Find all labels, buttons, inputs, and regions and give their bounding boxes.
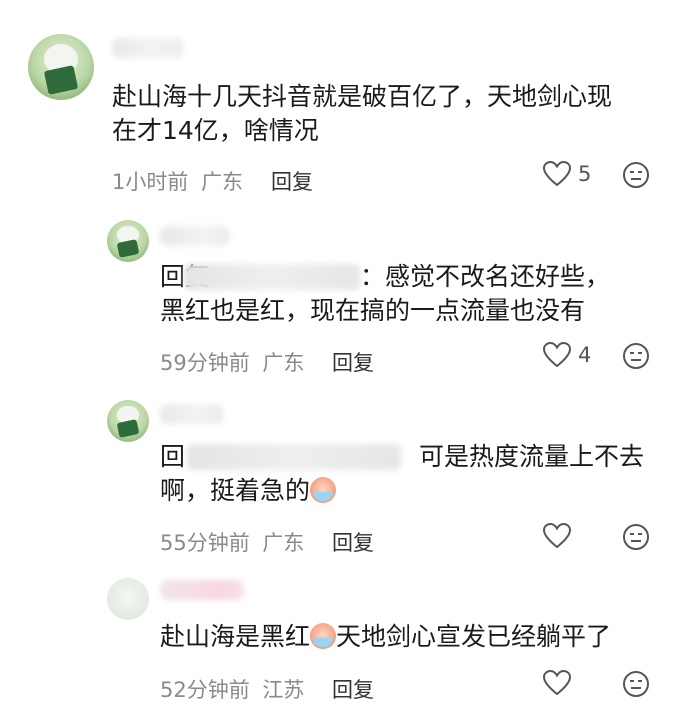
avatar[interactable] — [28, 34, 94, 100]
reply-button[interactable]: 回复 — [332, 674, 374, 704]
like-button[interactable] — [542, 522, 572, 550]
heart-outline-icon — [542, 522, 572, 549]
avatar[interactable] — [107, 220, 149, 262]
reply-text: 赴山海是黑红 天地剑心宣发已经躺平了 — [160, 622, 612, 651]
username-blurred[interactable] — [160, 580, 244, 600]
reply-button[interactable]: 回复 — [332, 527, 374, 557]
timestamp: 1小时前 — [112, 170, 189, 194]
username-blurred[interactable] — [160, 404, 224, 424]
avatar[interactable] — [107, 578, 149, 620]
comment-meta: 59分钟前 广东 — [160, 347, 304, 377]
timestamp: 55分钟前 — [160, 531, 250, 555]
timestamp: 59分钟前 — [160, 351, 250, 375]
heart-outline-icon — [542, 160, 572, 187]
comment-text: 赴山海十几天抖音就是破百亿了，天地剑心现 在才14亿，啥情况 — [112, 82, 613, 145]
comment-meta: 1小时前 广东 — [112, 166, 243, 196]
timestamp: 52分钟前 — [160, 678, 250, 702]
like-count: 4 — [578, 343, 592, 367]
crying-emoji-icon — [310, 623, 337, 649]
unhappy-face-icon[interactable] — [622, 670, 650, 698]
like-button[interactable]: 5 — [542, 160, 591, 188]
avatar[interactable] — [107, 400, 149, 442]
unhappy-face-icon[interactable] — [622, 523, 650, 551]
reply-3: 赴山海是黑红 天地剑心宣发已经躺平了 52分钟前 江苏 回复 — [0, 570, 690, 718]
unhappy-face-icon[interactable] — [622, 342, 650, 370]
like-count: 5 — [578, 162, 592, 186]
comment-1: 赴山海十几天抖音就是破百亿了，天地剑心现 在才14亿，啥情况 1小时前 广东 回… — [0, 0, 690, 200]
reply-target-blurred[interactable] — [184, 264, 361, 290]
reply-text: 回复：感觉不改名还好些， 黑红也是红，现在搞的一点流量也没有 — [160, 262, 611, 325]
crying-emoji-icon — [310, 477, 337, 503]
reply-text: 回可是热度流量上不去 啊，挺着急的 — [160, 442, 645, 505]
location: 江苏 — [262, 678, 305, 702]
comment-meta: 52分钟前 江苏 — [160, 674, 304, 704]
heart-outline-icon — [542, 669, 572, 696]
location: 广东 — [262, 351, 305, 375]
location: 广东 — [201, 170, 244, 194]
reply-button[interactable]: 回复 — [332, 347, 374, 377]
unhappy-face-icon[interactable] — [622, 161, 650, 189]
comment-meta: 55分钟前 广东 — [160, 527, 304, 557]
username-blurred[interactable] — [112, 38, 184, 58]
heart-outline-icon — [542, 341, 572, 368]
like-button[interactable]: 4 — [542, 341, 591, 369]
reply-2: 回可是热度流量上不去 啊，挺着急的 55分钟前 广东 回复 — [0, 390, 690, 570]
reply-prefix: 回 — [160, 442, 186, 471]
username-blurred[interactable] — [160, 226, 230, 246]
reply-target-blurred[interactable] — [187, 444, 402, 470]
location: 广东 — [262, 531, 305, 555]
reply-1: 回复：感觉不改名还好些， 黑红也是红，现在搞的一点流量也没有 59分钟前 广东 … — [0, 200, 690, 390]
like-button[interactable] — [542, 669, 572, 697]
reply-button[interactable]: 回复 — [271, 166, 313, 196]
